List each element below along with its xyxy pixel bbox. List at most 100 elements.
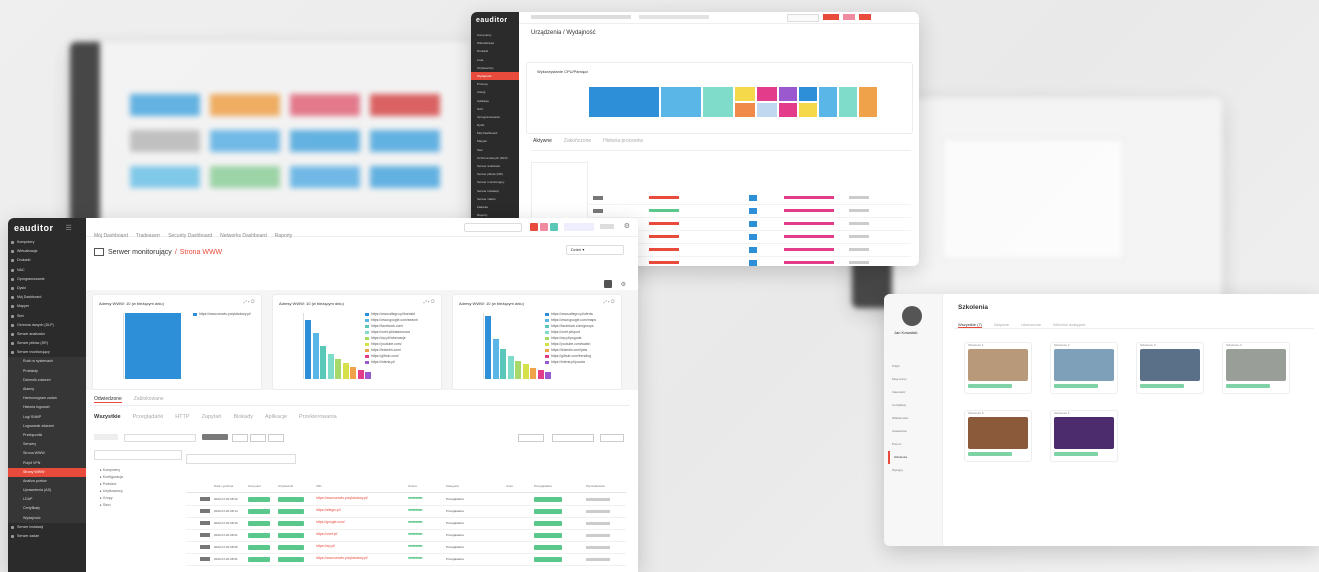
chart-bar[interactable] [485, 316, 491, 379]
row-actions-icon[interactable] [200, 521, 210, 525]
sidebar-item[interactable]: Serwer instalacji [8, 523, 86, 532]
second-sidebar-item[interactable]: Aplikacje [471, 97, 519, 105]
column-header[interactable]: Kategoria [446, 484, 459, 488]
browser-badge[interactable] [534, 521, 562, 526]
topnav-link[interactable]: Networks Dashboard [220, 233, 267, 239]
course-card[interactable]: Szkolenie 6 [1050, 410, 1118, 462]
filter-tab[interactable]: Przekierowania [299, 414, 337, 420]
third-tab[interactable]: Ukończone [1021, 322, 1041, 327]
course-card[interactable]: Szkolenie 2 [1050, 342, 1118, 394]
sidebar-subitem[interactable]: Dziennik zdarzeń [8, 375, 86, 385]
sidebar-subitem[interactable]: Harmonogram zadań [8, 394, 86, 404]
third-sidebar-item[interactable]: Szkolenia [888, 451, 938, 464]
user-menu[interactable] [600, 224, 614, 229]
sidebar-item[interactable]: Sieć [8, 312, 86, 321]
sidebar-item[interactable]: Mapper [8, 302, 86, 311]
computer-badge[interactable] [248, 557, 270, 562]
second-alert-badge[interactable] [823, 14, 839, 20]
user-badge[interactable] [278, 521, 304, 526]
filter-tab[interactable]: Wszystkie [94, 414, 121, 420]
table-row[interactable]: 2023-07-20 08:14 https://allegro.pl/ ■■■■■… [186, 506, 626, 518]
period-dropdown[interactable]: Dzień ▾ [566, 245, 624, 255]
sidebar-subitem[interactable]: Przełączniki [8, 430, 86, 441]
sidebar-subitem[interactable]: Serwery [8, 440, 86, 450]
sidebar-subitem[interactable]: Certyfikaty [8, 504, 86, 514]
filter-tab[interactable]: Aplikacje [265, 414, 287, 420]
sidebar-subitem[interactable]: Pulpit VPN [8, 458, 86, 468]
tree-node[interactable]: ▸ Użytkownicy [94, 489, 182, 496]
third-sidebar-item[interactable]: Pulpit [888, 360, 938, 373]
range-7d-button[interactable] [232, 434, 248, 442]
chart-bar[interactable] [500, 349, 506, 379]
chart-actions-icon[interactable]: ⤢ ▾ ⟳ [424, 299, 435, 304]
course-card[interactable]: Szkolenie 3 [1136, 342, 1204, 394]
second-sidebar-item[interactable]: Usługi [471, 88, 519, 96]
second-tab[interactable]: Zakończone [564, 138, 591, 144]
menu-icon[interactable]: ☰ [66, 224, 72, 232]
columns-button[interactable] [518, 434, 544, 442]
column-header[interactable]: URL [316, 484, 322, 488]
chart-bar[interactable] [350, 367, 356, 379]
course-card[interactable]: Szkolenie 4 [1222, 342, 1290, 394]
second-sidebar-item[interactable]: Mapper [471, 137, 519, 145]
sidebar-item[interactable]: Serwer monitorujący [8, 348, 86, 357]
row-actions-icon[interactable] [200, 557, 210, 561]
sidebar-subitem[interactable]: LDAP [8, 495, 86, 505]
column-header[interactable]: Data i godzina [214, 484, 233, 488]
course-card[interactable]: Szkolenie 5 [964, 410, 1032, 462]
sidebar-subitem[interactable]: Ruch w systemach [8, 357, 86, 367]
column-header[interactable]: Ocena [408, 484, 417, 488]
chart-bar[interactable] [327, 353, 334, 379]
legend-item[interactable]: https://www.serwis.przykladowy.pl/ [193, 311, 257, 317]
topnav-link[interactable]: Mój Dashboard [94, 233, 128, 239]
table-row[interactable]: 2023-07-20 08:16 https://google.com/ ■■■■■… [186, 518, 626, 530]
table-row[interactable]: 2023-07-20 08:21 https://onet.pl/ ■■■■■■■■… [186, 530, 626, 542]
chart-bar[interactable] [492, 339, 499, 379]
sidebar-item[interactable]: Dyski [8, 284, 86, 293]
tree-node[interactable]: ▸ Komputery [94, 468, 182, 475]
sidebar-subitem[interactable]: Logi SNMP [8, 412, 86, 422]
third-tab[interactable]: Wkrótce dostępne [1053, 322, 1085, 327]
computer-badge[interactable] [248, 509, 270, 514]
table-row[interactable]: 2023-07-20 08:12 https://www.serwis.przyk… [186, 494, 626, 506]
range-30d-button[interactable] [250, 434, 266, 442]
computer-badge[interactable] [248, 533, 270, 538]
second-table-row[interactable] [589, 205, 911, 218]
tree-node[interactable]: ▸ Sieci [94, 503, 182, 510]
row-url[interactable]: https://wp.pl/ [316, 544, 404, 548]
tree-search-input[interactable] [94, 450, 182, 460]
sidebar-subitem[interactable]: Strony WWW [8, 467, 86, 477]
column-header[interactable]: Przeglądarka [534, 484, 552, 488]
second-sidebar-item[interactable]: Komputery [471, 31, 519, 39]
row-url[interactable]: https://onet.pl/ [316, 532, 404, 536]
course-card[interactable]: Szkolenie 1 [964, 342, 1032, 394]
table-search-input[interactable] [186, 454, 296, 464]
chart-bar[interactable] [507, 355, 514, 379]
browser-badge[interactable] [534, 509, 562, 514]
computer-badge[interactable] [248, 521, 270, 526]
row-actions-icon[interactable] [200, 509, 210, 513]
topnav-link[interactable]: Security Dashboard [168, 233, 212, 239]
sidebar-item[interactable]: Serwer plików (DR) [8, 339, 86, 348]
range-today-button[interactable] [202, 434, 228, 440]
chart-bar[interactable] [342, 363, 349, 379]
filter-tab[interactable]: Blokady [233, 414, 253, 420]
sidebar-subitem[interactable]: Logowanie zdarzeń [8, 421, 86, 431]
topnav-link[interactable]: Tradeaserr [136, 233, 160, 239]
chart-actions-icon[interactable]: ⤢ ▾ ⟳ [604, 299, 615, 304]
sidebar-subitem[interactable]: Wydajność [8, 513, 86, 523]
second-sidebar-item[interactable]: Dyski [471, 121, 519, 129]
column-header[interactable]: Komputer [248, 484, 261, 488]
second-table-row[interactable] [589, 192, 911, 205]
second-sidebar-item[interactable]: Sieć [471, 146, 519, 154]
chart-bar[interactable] [522, 364, 529, 379]
second-sidebar-item[interactable]: Wydajność [471, 71, 519, 81]
second-sidebar-item[interactable]: Użytkownicy [471, 64, 519, 72]
search-input[interactable] [464, 223, 522, 232]
second-sidebar-item[interactable]: Serwer plików (DR) [471, 170, 519, 178]
column-header[interactable]: Użytkownik [278, 484, 293, 488]
tree-node[interactable]: ▸ Grupy [94, 496, 182, 503]
row-url[interactable]: https://allegro.pl/ [316, 508, 404, 512]
second-sidebar-item[interactable]: Serwer zadań [471, 195, 519, 203]
sidebar-item[interactable]: Wirtualizacja [8, 247, 86, 256]
